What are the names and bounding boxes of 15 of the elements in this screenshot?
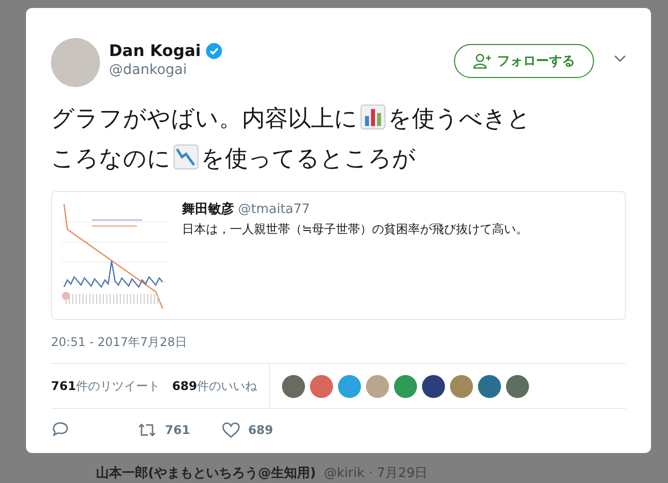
like-button[interactable]: 689	[222, 422, 274, 438]
tweet-meta: @kirik · 7月29日	[324, 465, 428, 482]
tweet-text: グラフがやばい。内容以上に を使うべきところなのに を使ってるところが	[51, 103, 532, 174]
follow-button[interactable]: フォローする	[454, 44, 594, 78]
author-name[interactable]: Dan Kogai	[109, 41, 201, 60]
quoted-tweet[interactable]: 舞田敏彦 @tmaita77 日本は，一人親世帯（≒母子世帯）の貧困率が飛び抜けて高い。	[51, 191, 626, 320]
quoted-tweet-text: 日本は，一人親世帯（≒母子世帯）の貧困率が飛び抜けて高い。	[182, 221, 528, 238]
quoted-author-name: 舞田敏彦	[182, 202, 234, 217]
author-handle[interactable]: @dankogai	[109, 62, 454, 78]
quoted-author-handle: @tmaita77	[238, 202, 310, 217]
engagement-stat[interactable]: 689件のいいね	[172, 378, 258, 394]
retweet-button[interactable]: 761	[137, 423, 190, 437]
engagement-stat[interactable]: 761件のリツイート	[51, 378, 160, 394]
author-name: 山本一郎(やまもといちろう@生知用)	[96, 464, 316, 482]
timestamp: 20:51 - 2017年7月28日	[51, 334, 626, 364]
